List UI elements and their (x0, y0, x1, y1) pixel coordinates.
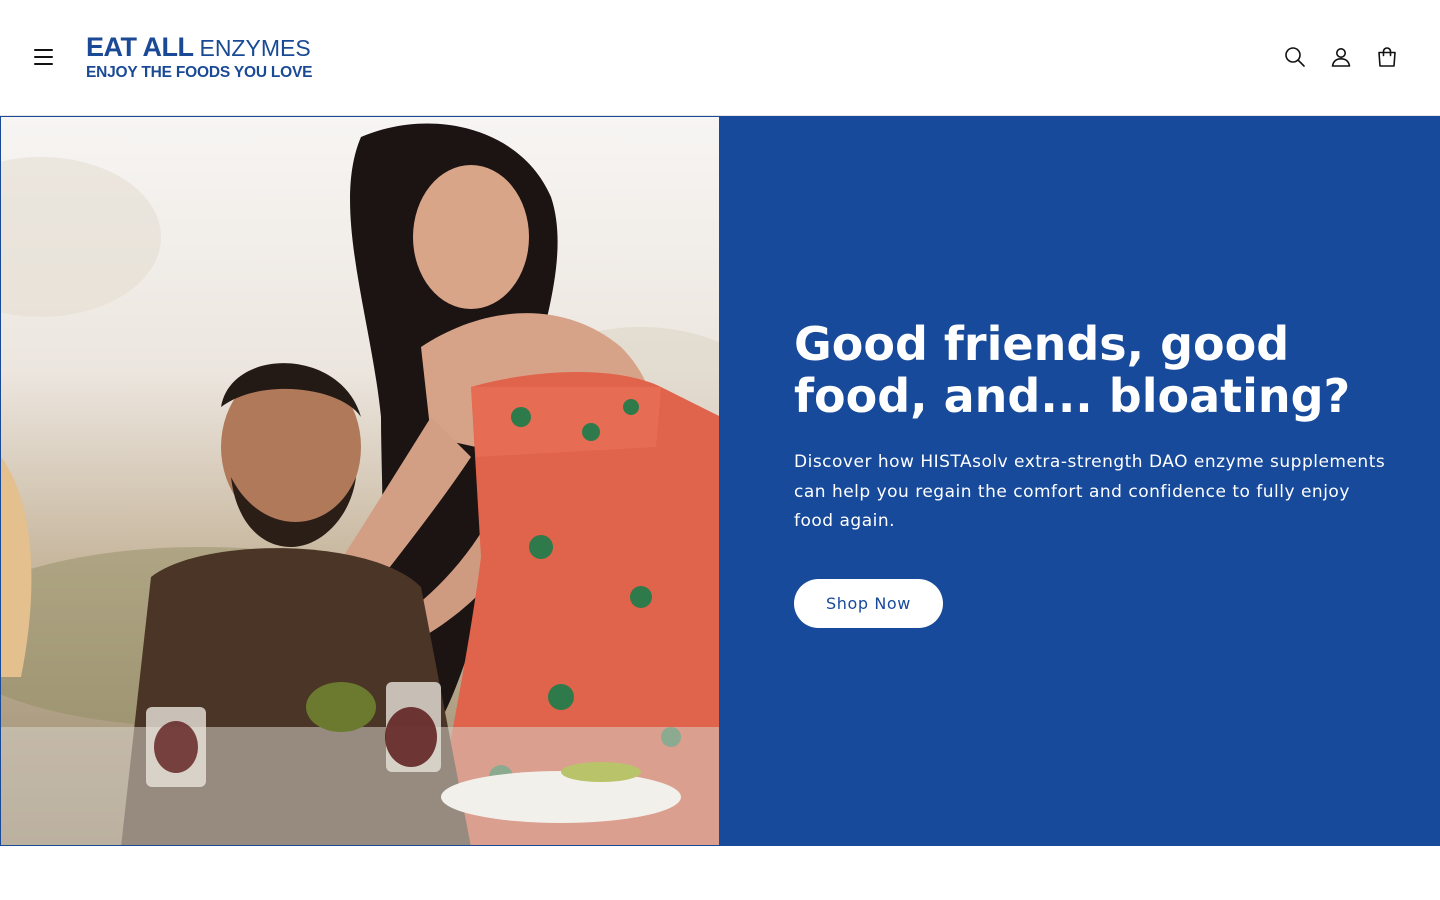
site-header: EAT ALL ENZYMES ENJOY THE FOODS YOU LOVE (0, 0, 1440, 116)
hero-image (0, 116, 720, 846)
hero-section: Good friends, good food, and... bloating… (0, 116, 1440, 846)
hero-description: Discover how HISTAsolv extra-strength DA… (794, 452, 1386, 531)
site-logo[interactable]: EAT ALL ENZYMES ENJOY THE FOODS YOU LOVE (86, 32, 326, 84)
hero-illustration (1, 123, 719, 845)
cart-button[interactable] (1368, 38, 1406, 76)
account-button[interactable] (1322, 38, 1360, 76)
logo-tagline: ENJOY THE FOODS YOU LOVE (86, 64, 313, 81)
hero-title: Good friends, good food, and... bloating… (794, 317, 1351, 423)
logo-text-light: ENZYMES (199, 35, 311, 61)
hamburger-menu-icon (34, 49, 53, 51)
logo-text-bold: EAT ALL (86, 32, 194, 62)
hero-content-panel: Good friends, good food, and... bloating… (720, 116, 1440, 846)
account-icon (1331, 48, 1351, 67)
search-icon (1285, 47, 1305, 67)
search-button[interactable] (1276, 38, 1314, 76)
shop-now-button[interactable]: Shop Now (794, 579, 943, 628)
menu-button[interactable] (26, 40, 62, 74)
cart-icon (1378, 47, 1396, 67)
